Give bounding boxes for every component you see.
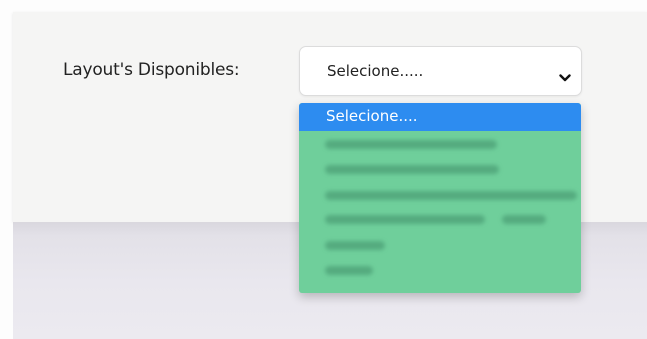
layout-dropdown-list: Selecione....	[299, 103, 581, 293]
layouts-label: Layout's Disponibles:	[63, 60, 240, 80]
dropdown-option-6[interactable]	[299, 258, 581, 281]
option-text-obscured	[325, 140, 497, 149]
option-text-obscured	[325, 241, 385, 250]
option-text-obscured	[325, 191, 577, 200]
dropdown-option-5[interactable]	[299, 233, 581, 256]
option-text-obscured	[325, 266, 373, 275]
dropdown-option-2[interactable]	[299, 158, 581, 181]
dropdown-option-selecione[interactable]: Selecione....	[299, 103, 581, 131]
option-text-obscured	[325, 215, 485, 224]
chevron-down-icon	[559, 67, 571, 82]
dropdown-option-label: Selecione....	[326, 107, 418, 125]
option-text-obscured	[502, 215, 546, 224]
dropdown-option-1[interactable]	[299, 133, 581, 156]
select-current-value: Selecione.....	[327, 62, 424, 80]
layout-select[interactable]: Selecione.....	[299, 46, 582, 96]
option-text-obscured	[325, 165, 499, 174]
dropdown-option-3[interactable]	[299, 183, 581, 206]
dropdown-option-4[interactable]	[299, 208, 581, 231]
